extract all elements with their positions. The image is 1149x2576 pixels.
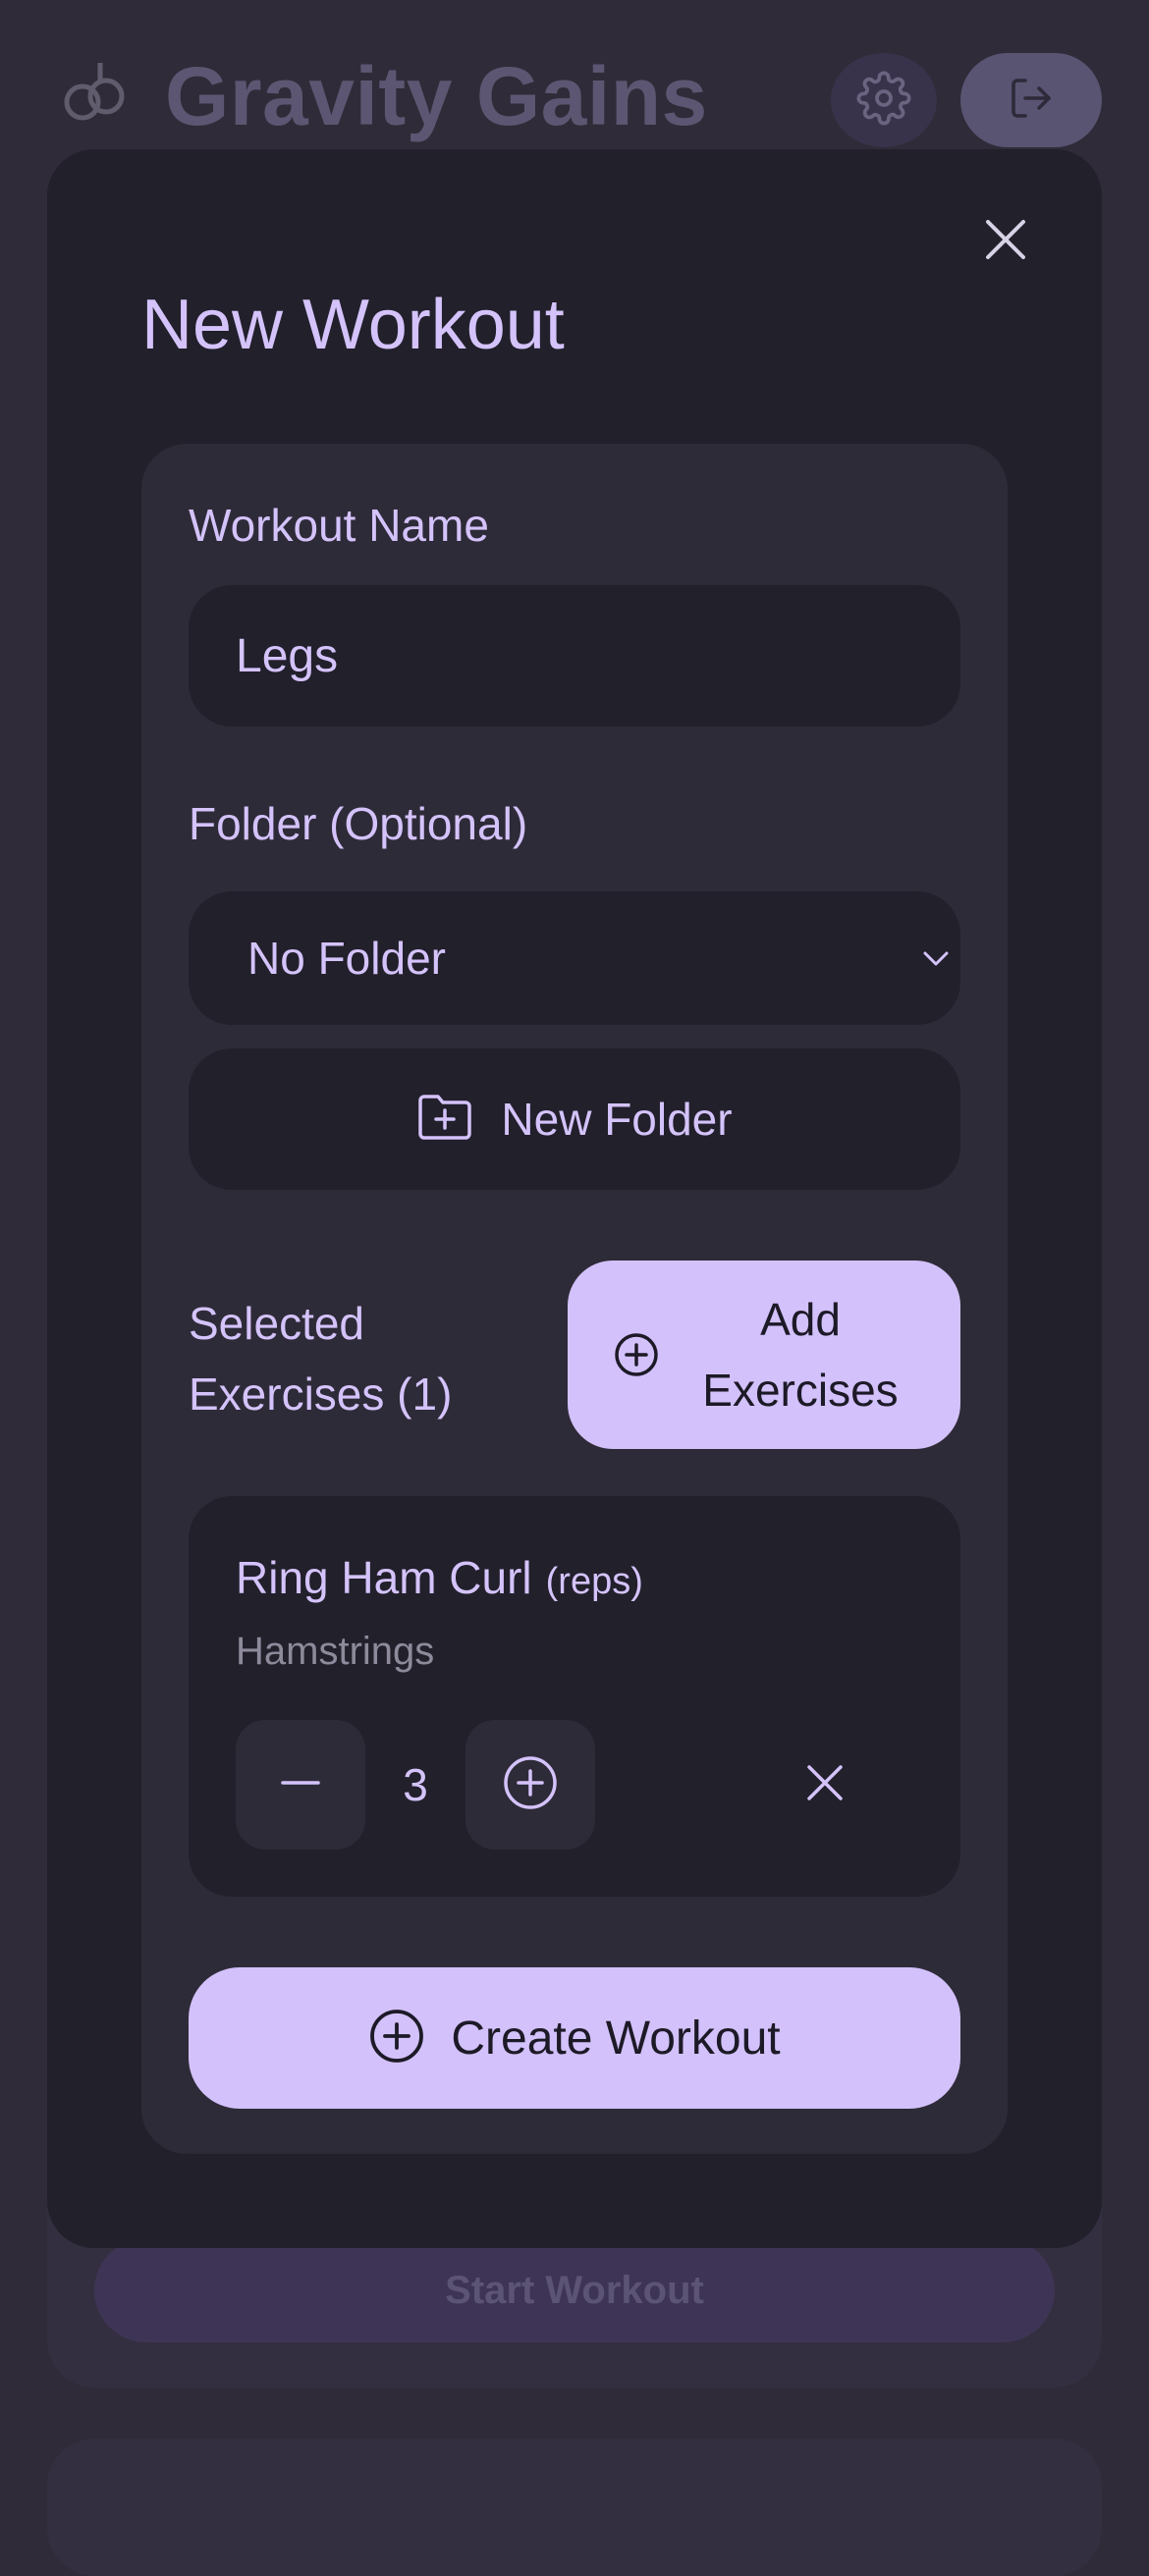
add-exercises-label: Add Exercises [702, 1294, 899, 1416]
modal-title: New Workout [141, 286, 565, 364]
exercise-name-row: Ring Ham Curl (reps) [236, 1551, 643, 1604]
folder-label: Folder (Optional) [189, 798, 528, 849]
workout-name-field[interactable] [189, 585, 960, 726]
new-folder-label: New Folder [501, 1094, 733, 1145]
plus-circle-icon [368, 2008, 425, 2069]
create-workout-label: Create Workout [451, 2012, 781, 2065]
create-workout-button[interactable]: Create Workout [189, 1967, 960, 2109]
exercise-type: (reps) [545, 1561, 643, 1602]
gymnastic-rings-icon [61, 59, 130, 128]
close-icon [805, 1763, 845, 1807]
workout-form: Workout Name Folder (Optional) No Folder… [141, 444, 1008, 2154]
chevron-down-icon [921, 942, 953, 974]
add-exercises-button[interactable]: Add Exercises [568, 1261, 960, 1449]
minus-icon [279, 1761, 322, 1809]
sets-count: 3 [403, 1759, 428, 1810]
plus-circle-icon [502, 1754, 559, 1816]
close-icon [982, 216, 1029, 268]
remove-exercise-button[interactable] [784, 1744, 866, 1826]
start-workout-button[interactable]: Start Workout [94, 2238, 1055, 2342]
close-button[interactable] [976, 212, 1035, 271]
exercise-name: Ring Ham Curl [236, 1552, 532, 1603]
new-folder-button[interactable]: New Folder [189, 1048, 960, 1190]
exercise-item: Ring Ham Curl (reps) Hamstrings 3 [189, 1496, 960, 1897]
workout-name-input[interactable] [189, 627, 925, 684]
logout-icon [1008, 75, 1055, 127]
exercise-muscle: Hamstrings [236, 1630, 435, 1673]
new-workout-modal: New Workout Workout Name Folder (Optiona… [47, 149, 1102, 2248]
plus-circle-icon [613, 1331, 660, 1378]
selected-exercises-label: Selected Exercises (1) [189, 1298, 453, 1420]
workout-name-label: Workout Name [189, 500, 489, 551]
folder-selected-value: No Folder [247, 933, 446, 984]
app-title: Gravity Gains [165, 50, 708, 142]
settings-button[interactable] [831, 53, 937, 147]
workout-card [47, 2439, 1102, 2576]
increase-sets-button[interactable] [465, 1720, 595, 1850]
decrease-sets-button[interactable] [236, 1720, 365, 1850]
folder-select[interactable]: No Folder [189, 891, 960, 1025]
gear-icon [856, 71, 911, 131]
logout-button[interactable] [960, 53, 1102, 147]
folder-plus-icon [416, 1093, 473, 1147]
